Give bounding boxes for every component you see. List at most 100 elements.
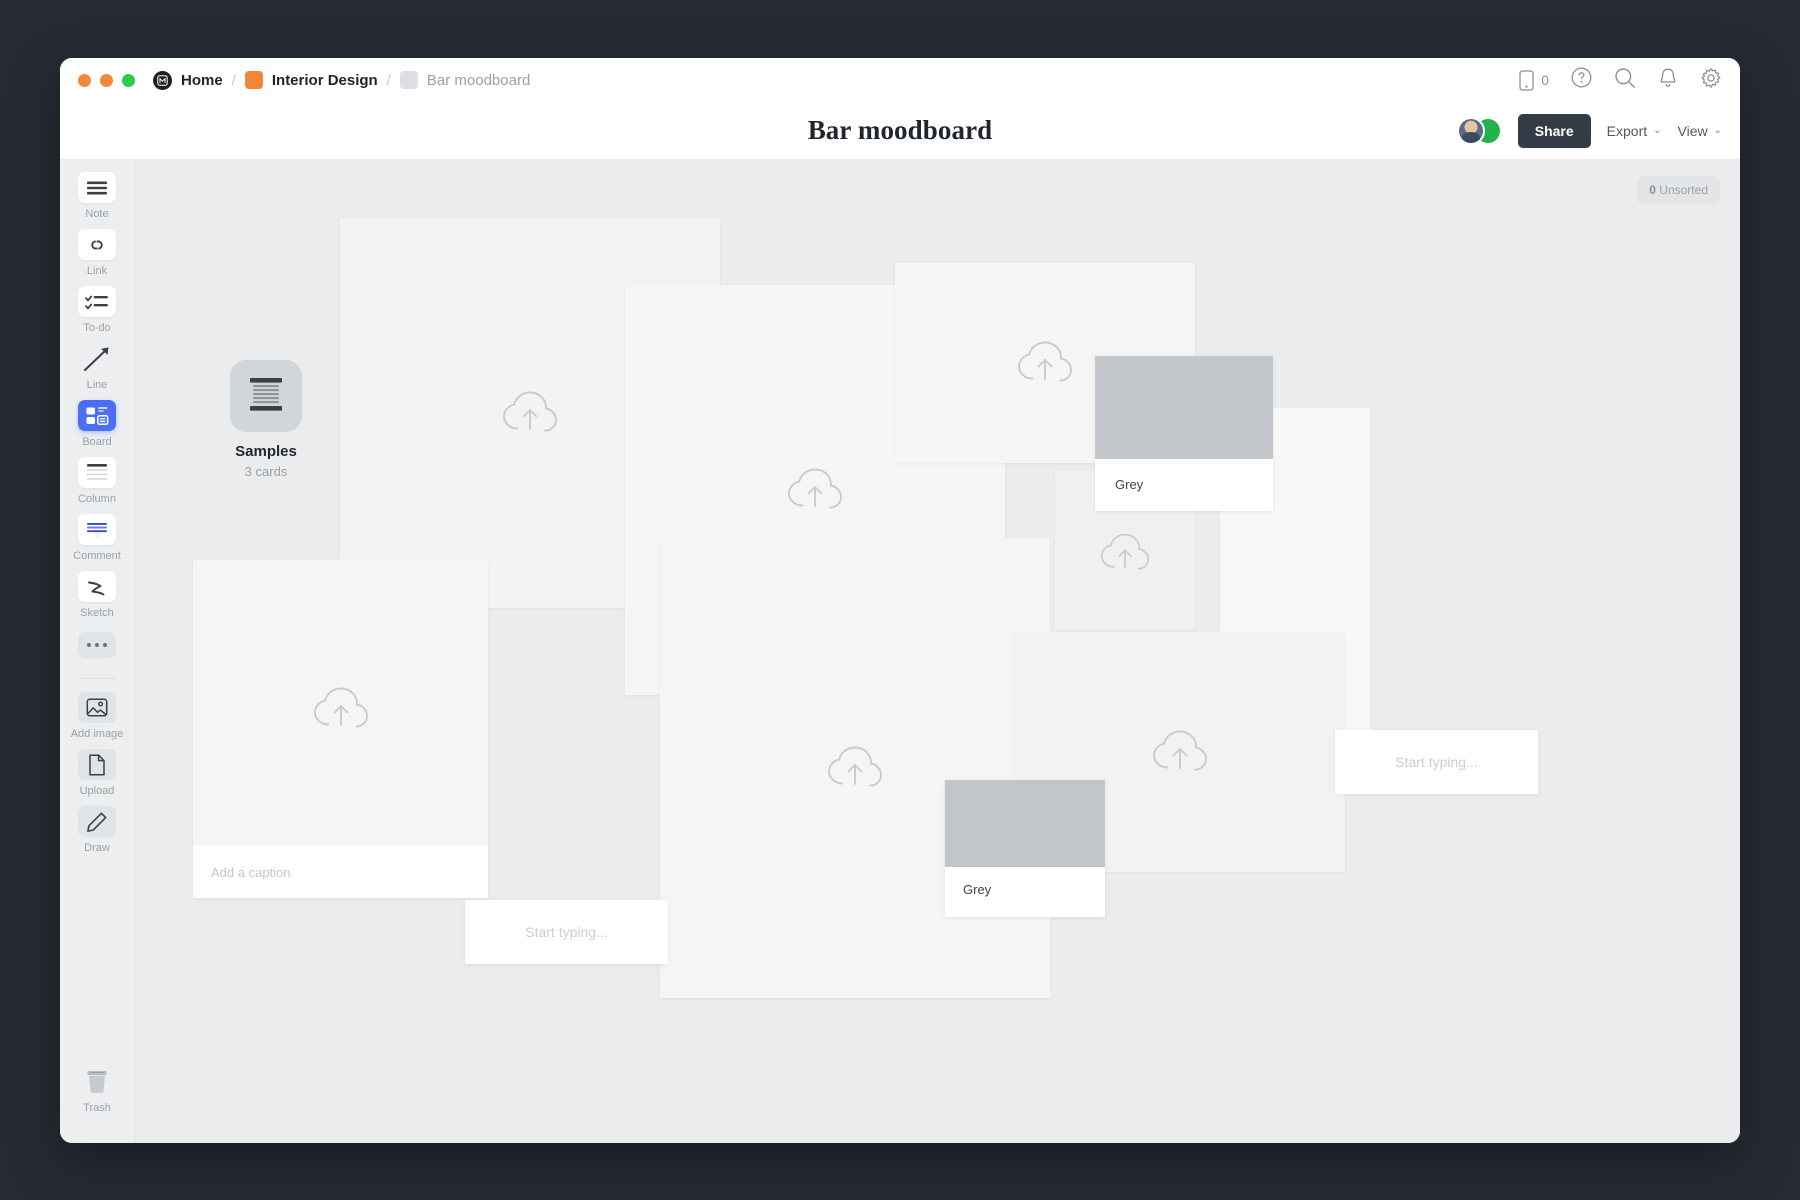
text-card-placeholder: Start typing... [525, 924, 608, 940]
sidebar-label-draw: Draw [84, 842, 110, 854]
bell-icon[interactable] [1658, 67, 1678, 94]
cloud-upload-icon [1151, 728, 1209, 776]
body: Note Link To-do Line Board Column Commen… [60, 160, 1740, 1143]
sidebar-item-upload[interactable]: Upload [60, 749, 134, 797]
header-actions: Share Export ⌄ View ⌄ [1456, 113, 1722, 148]
sidebar-label-line: Line [86, 379, 108, 391]
chevron-down-icon: ⌄ [1653, 125, 1662, 136]
mobile-count: 0 [1541, 72, 1549, 88]
sidebar-item-more[interactable] [60, 632, 134, 658]
sidebar-label-trash: Trash [83, 1102, 111, 1114]
dot-3 [103, 643, 107, 647]
project-color-icon [244, 71, 263, 89]
breadcrumb-item-board[interactable]: Bar moodboard [399, 71, 531, 89]
board-canvas[interactable]: 0 Unsorted Add a caption Grey Grey Start… [135, 160, 1740, 1143]
swatch-color-fill [945, 780, 1105, 867]
titlebar-actions: 0 [1519, 67, 1722, 94]
cloud-upload-icon [1099, 532, 1151, 575]
swatch-label: Grey [963, 882, 992, 897]
captioned-image-card[interactable]: Add a caption [193, 560, 488, 898]
breadcrumb-item-home[interactable]: Home [153, 70, 223, 90]
unsorted-label: Unsorted [1659, 183, 1708, 197]
sidebar-item-line[interactable]: Line [60, 343, 134, 391]
board-item-count: 3 cards [244, 464, 288, 479]
help-icon[interactable] [1571, 67, 1592, 93]
text-card[interactable]: Start typing... [465, 900, 668, 964]
line-icon [78, 343, 116, 374]
app-logo-icon [153, 70, 172, 90]
image-placeholder-card[interactable] [660, 538, 1050, 998]
board-item-name: Samples [235, 443, 297, 460]
collaborator-avatars[interactable] [1456, 116, 1502, 145]
file-icon [78, 749, 116, 780]
breadcrumb-separator-2: / [386, 71, 391, 89]
note-icon [78, 172, 116, 203]
breadcrumb: Home / Interior Design / Bar moodboard [153, 70, 531, 90]
sidebar-label-link: Link [86, 265, 108, 277]
chevron-down-icon: ⌄ [1713, 125, 1722, 136]
column-icon [78, 457, 116, 488]
close-button[interactable] [78, 73, 91, 87]
more-options-icon [78, 632, 116, 658]
sidebar-item-draw[interactable]: Draw [60, 806, 134, 854]
search-icon[interactable] [1614, 67, 1636, 94]
avatar[interactable] [1456, 116, 1485, 145]
breadcrumb-item-project[interactable]: Interior Design [244, 71, 378, 89]
todo-icon [78, 286, 116, 317]
gear-icon[interactable] [1700, 67, 1722, 94]
sidebar-label-sketch: Sketch [80, 607, 114, 619]
sidebar-label-upload: Upload [79, 785, 115, 797]
sidebar-divider [79, 678, 115, 679]
image-icon [78, 692, 116, 723]
pencil-icon [78, 806, 116, 837]
breadcrumb-board-label: Bar moodboard [426, 71, 531, 89]
sidebar-item-comment[interactable]: Comment [60, 514, 134, 562]
sketch-icon [78, 571, 116, 602]
window-controls[interactable] [78, 73, 135, 87]
sidebar-label-column: Column [78, 493, 116, 505]
sidebar-item-sketch[interactable]: Sketch [60, 571, 134, 619]
share-button[interactable]: Share [1517, 113, 1591, 148]
comment-icon [78, 514, 116, 545]
sidebar-item-link[interactable]: Link [60, 229, 134, 277]
app-window: Home / Interior Design / Bar moodboard 0 [60, 58, 1740, 1143]
breadcrumb-separator: / [231, 71, 236, 89]
titlebar: Home / Interior Design / Bar moodboard 0 [60, 58, 1740, 102]
color-swatch-card[interactable]: Grey [1095, 356, 1273, 511]
caption-input[interactable]: Add a caption [193, 846, 488, 898]
export-menu[interactable]: Export ⌄ [1607, 123, 1662, 139]
export-label: Export [1606, 122, 1648, 139]
sidebar-item-add-image[interactable]: Add image [60, 692, 134, 740]
breadcrumb-home-label: Home [181, 71, 223, 89]
mobile-icon [1519, 69, 1534, 91]
board-item-samples[interactable]: Samples 3 cards [220, 360, 312, 479]
sidebar-item-trash[interactable]: Trash [60, 1066, 134, 1114]
sidebar-item-column[interactable]: Column [60, 457, 134, 505]
view-menu[interactable]: View ⌄ [1678, 123, 1722, 139]
swatch-label: Grey [1115, 477, 1144, 492]
board-icon [78, 400, 116, 431]
color-swatch-card[interactable]: Grey [945, 780, 1105, 917]
text-card-placeholder: Start typing... [1395, 754, 1478, 770]
board-color-icon [399, 71, 418, 89]
swatch-color-fill [1095, 356, 1273, 459]
board-thumb-icon [230, 360, 302, 432]
mobile-button[interactable]: 0 [1519, 69, 1549, 91]
sidebar-item-note[interactable]: Note [60, 172, 134, 220]
unsorted-count: 0 [1649, 183, 1656, 197]
cloud-upload-icon [786, 466, 844, 514]
breadcrumb-project-label: Interior Design [271, 71, 378, 89]
sidebar-label-todo: To-do [83, 322, 111, 334]
unsorted-badge[interactable]: 0 Unsorted [1637, 176, 1720, 204]
link-icon [78, 229, 116, 260]
sidebar-item-board[interactable]: Board [60, 400, 134, 448]
sidebar-item-todo[interactable]: To-do [60, 286, 134, 334]
cloud-upload-icon [501, 389, 559, 437]
view-label: View [1677, 122, 1708, 139]
minimize-button[interactable] [100, 73, 113, 87]
dot-1 [87, 643, 91, 647]
text-card[interactable]: Start typing... [1335, 730, 1538, 794]
sidebar-label-note: Note [85, 208, 109, 220]
zoom-button[interactable] [122, 73, 135, 87]
sidebar-label-add-image: Add image [70, 728, 124, 740]
